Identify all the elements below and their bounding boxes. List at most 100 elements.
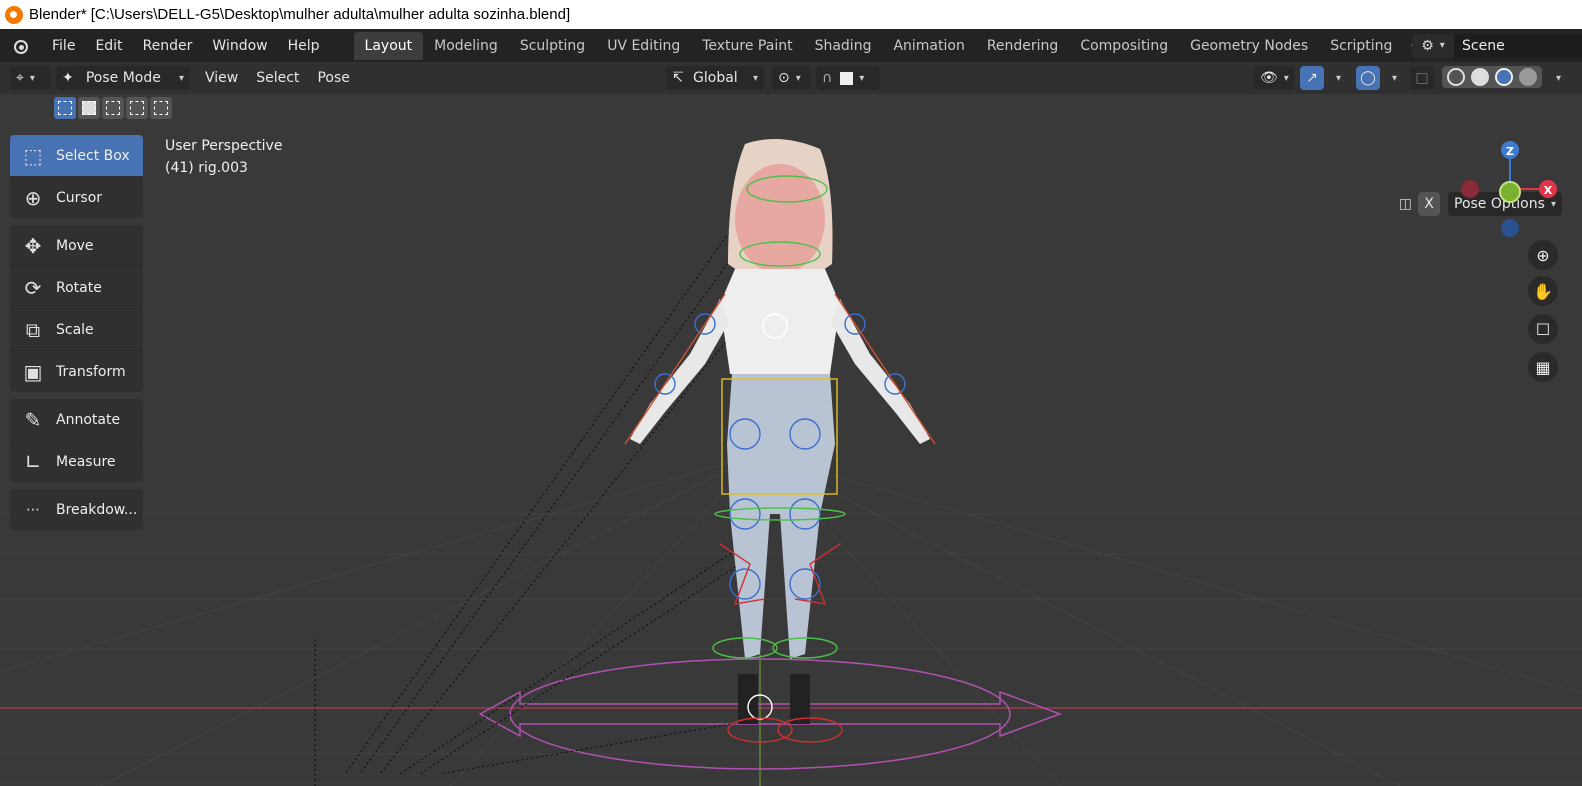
- move-icon: ✥: [24, 233, 42, 258]
- y-axis-handle[interactable]: [1499, 181, 1521, 203]
- overlay-toggle[interactable]: ◯: [1356, 66, 1380, 90]
- viewport-info: User Perspective (41) rig.003: [165, 135, 282, 179]
- character-mesh[interactable]: [630, 139, 930, 724]
- gizmo-dropdown-icon[interactable]: ▾: [1336, 73, 1341, 84]
- z-axis-label: Z: [1506, 145, 1514, 158]
- select-subtract-icon[interactable]: [102, 97, 124, 119]
- editor-type-button[interactable]: ⌖ ▾: [10, 66, 50, 90]
- select-menu[interactable]: Select: [247, 70, 308, 86]
- scene-name[interactable]: Scene: [1454, 33, 1582, 58]
- tool-group-transform: ✥ Move ⟳ Rotate ⧉ Scale ▣ Transform: [10, 225, 143, 392]
- 3d-viewport[interactable]: ◫ X Pose Options ▾ User Perspective (41)…: [0, 94, 1582, 786]
- scale-icon: ⧉: [25, 317, 41, 342]
- tool-label: Cursor: [56, 189, 103, 206]
- tool-group-annotate: ✎ Annotate ∟ Measure: [10, 399, 143, 482]
- tool-label: Select Box: [56, 147, 130, 164]
- tool-cursor[interactable]: ⊕ Cursor: [10, 177, 143, 218]
- mode-label: Pose Mode: [85, 70, 161, 86]
- material-shading-icon[interactable]: [1495, 68, 1513, 86]
- tab-scripting[interactable]: Scripting: [1319, 32, 1403, 60]
- tab-uv-editing[interactable]: UV Editing: [596, 32, 691, 60]
- overlay-dropdown-icon[interactable]: ▾: [1392, 73, 1397, 84]
- measure-icon: ∟: [24, 449, 42, 474]
- tool-rotate[interactable]: ⟳ Rotate: [10, 267, 143, 309]
- zoom-icon[interactable]: ⊕: [1528, 240, 1558, 270]
- tool-select-box[interactable]: ⬚ Select Box: [10, 135, 143, 177]
- camera-view-icon[interactable]: ☐: [1528, 314, 1558, 344]
- tab-compositing[interactable]: Compositing: [1069, 32, 1179, 60]
- relationship-lines: [314, 223, 761, 786]
- window-title: Blender* [C:\Users\DELL-G5\Desktop\mulhe…: [29, 6, 571, 23]
- tool-label: Transform: [56, 363, 126, 380]
- scene-icon[interactable]: ⚙ ▾: [1412, 33, 1454, 58]
- tool-move[interactable]: ✥ Move: [10, 225, 143, 267]
- menu-edit[interactable]: Edit: [85, 38, 132, 54]
- rendered-shading-icon[interactable]: [1519, 68, 1537, 86]
- shading-modes: [1442, 66, 1542, 88]
- mirror-icon[interactable]: ◫: [1399, 196, 1412, 212]
- tab-sculpting[interactable]: Sculpting: [509, 32, 596, 60]
- tool-label: Breakdow...: [56, 501, 138, 518]
- pivot-dropdown[interactable]: ⊙ ▾: [772, 66, 810, 90]
- solid-shading-icon[interactable]: [1471, 68, 1489, 86]
- tool-annotate[interactable]: ✎ Annotate: [10, 399, 143, 441]
- blender-menu-icon[interactable]: [12, 36, 32, 56]
- neg-z-axis-handle[interactable]: [1501, 219, 1519, 237]
- select-box-icon: ⬚: [23, 143, 43, 168]
- tab-rendering[interactable]: Rendering: [976, 32, 1070, 60]
- orientation-icon: ↸: [672, 70, 684, 86]
- window-titlebar: Blender* [C:\Users\DELL-G5\Desktop\mulhe…: [0, 0, 1582, 29]
- xray-toggle[interactable]: □: [1410, 66, 1434, 90]
- menu-help[interactable]: Help: [278, 38, 330, 54]
- transform-icon: ▣: [23, 359, 43, 384]
- workspace-tabs: Layout Modeling Sculpting UV Editing Tex…: [353, 31, 1404, 60]
- tab-modeling[interactable]: Modeling: [423, 32, 509, 60]
- tab-texture-paint[interactable]: Texture Paint: [691, 32, 803, 60]
- perspective-label: User Perspective: [165, 138, 283, 154]
- mode-dropdown[interactable]: ✦ Pose Mode ▾: [56, 66, 190, 90]
- gizmo-toggle[interactable]: ↗: [1300, 66, 1324, 90]
- top-bar: File Edit Render Window Help Layout Mode…: [0, 29, 1582, 62]
- tool-scale[interactable]: ⧉ Scale: [10, 309, 143, 351]
- tool-group-select: ⬚ Select Box ⊕ Cursor: [10, 135, 143, 218]
- menu-render[interactable]: Render: [133, 38, 203, 54]
- chevron-down-icon: ▾: [178, 72, 184, 84]
- tool-label: Annotate: [56, 411, 121, 428]
- menu-file[interactable]: File: [42, 38, 85, 54]
- pose-menu[interactable]: Pose: [308, 70, 358, 86]
- pan-hand-icon[interactable]: ✋: [1528, 276, 1558, 306]
- gizmo-icon: ↗: [1306, 70, 1318, 86]
- editor-type-icon: ⌖: [16, 70, 24, 86]
- tool-label: Rotate: [56, 279, 102, 296]
- select-intersect-icon[interactable]: [150, 97, 172, 119]
- eye-icon: 👁: [1260, 70, 1278, 86]
- ortho-grid-icon[interactable]: ▦: [1528, 352, 1558, 382]
- navigation-gizmo[interactable]: Z X: [1460, 134, 1570, 244]
- tab-animation[interactable]: Animation: [882, 32, 975, 60]
- cursor-icon: ⊕: [24, 185, 42, 210]
- tool-transform[interactable]: ▣ Transform: [10, 351, 143, 392]
- view-menu[interactable]: View: [196, 70, 247, 86]
- visibility-dropdown[interactable]: 👁 ▾: [1254, 66, 1294, 90]
- snap-toggle[interactable]: ∩ ▾: [816, 66, 880, 90]
- scene-selector[interactable]: ⚙ ▾ Scene: [1412, 32, 1582, 59]
- tab-layout[interactable]: Layout: [353, 31, 424, 60]
- shading-dropdown-icon[interactable]: ▾: [1556, 73, 1561, 84]
- tool-label: Measure: [56, 453, 116, 470]
- active-object-label: (41) rig.003: [165, 160, 248, 176]
- x-mirror-button[interactable]: X: [1418, 192, 1440, 216]
- tool-measure[interactable]: ∟ Measure: [10, 441, 143, 482]
- blender-logo-icon: [5, 5, 23, 24]
- overlay-icon: ◯: [1360, 70, 1376, 86]
- wireframe-shading-icon[interactable]: [1447, 68, 1465, 86]
- menu-window[interactable]: Window: [202, 38, 277, 54]
- orientation-dropdown[interactable]: ↸ Global ▾: [666, 66, 764, 90]
- select-difference-icon[interactable]: [126, 97, 148, 119]
- tool-breakdown[interactable]: ⋯ Breakdow...: [10, 489, 143, 530]
- select-new-icon[interactable]: [54, 97, 76, 119]
- select-extend-icon[interactable]: [78, 97, 100, 119]
- neg-x-axis-handle[interactable]: [1461, 180, 1479, 198]
- tab-geometry-nodes[interactable]: Geometry Nodes: [1179, 32, 1319, 60]
- tab-shading[interactable]: Shading: [804, 32, 883, 60]
- x-axis-label: X: [1544, 184, 1553, 197]
